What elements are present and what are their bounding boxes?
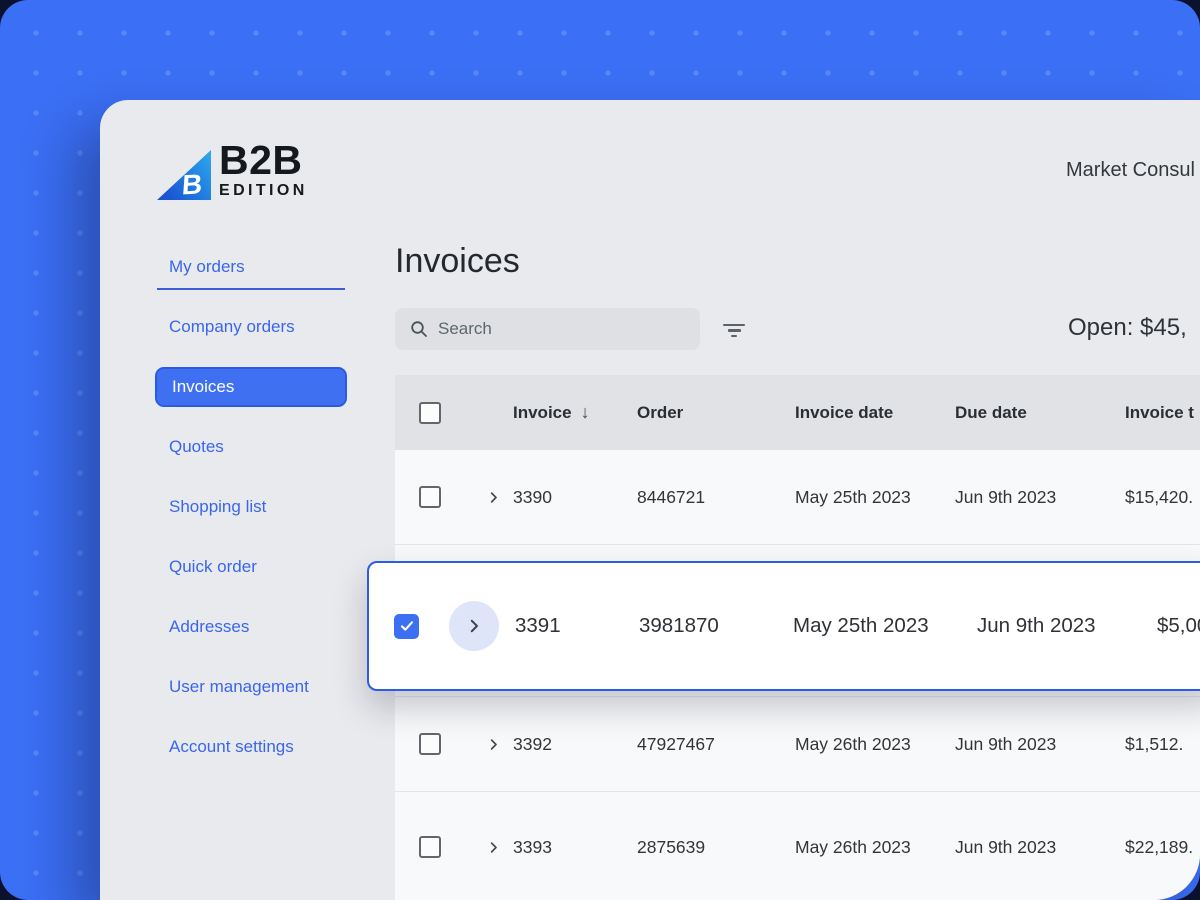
cell-invoice-total: $5,00 (1157, 614, 1200, 637)
cell-due-date: Jun 9th 2023 (955, 486, 1057, 507)
cell-invoice[interactable]: 3393 (513, 837, 637, 858)
cell-order[interactable]: 47927467 (637, 734, 795, 755)
open-balance-summary: Open: $45, (1068, 314, 1187, 341)
expand-row-button[interactable] (483, 487, 503, 507)
table-header: Invoice ↓ Order Invoice date Due date In… (395, 375, 1200, 450)
cell-order[interactable]: 3981870 (639, 614, 793, 638)
cell-invoice-date: May 26th 2023 (795, 836, 911, 857)
cell-invoice-date: May 25th 2023 (795, 486, 911, 507)
cell-invoice[interactable]: 3392 (513, 734, 637, 755)
expand-row-button[interactable] (483, 734, 503, 754)
chevron-right-icon (490, 841, 497, 853)
row-checkbox[interactable] (419, 836, 441, 858)
cell-invoice-date: May 26th 2023 (795, 733, 911, 754)
chevron-right-icon (490, 491, 497, 503)
column-header-invoice-total[interactable]: Invoice t (1125, 403, 1200, 423)
sidebar-item-invoices-active[interactable]: Invoices (155, 367, 347, 407)
page-title: Invoices (395, 242, 520, 280)
logo-title: B2B (219, 137, 303, 183)
logo-triangle-icon: B (157, 149, 211, 201)
expand-row-button[interactable] (449, 601, 499, 651)
search-input[interactable] (438, 319, 678, 339)
row-checkbox-checked[interactable] (394, 613, 419, 639)
table-row[interactable]: 3392 47927467 May 26th 2023 Jun 9th 2023… (395, 697, 1200, 792)
screen: B B2B EDITION Market Consul My orders Co… (0, 0, 1200, 900)
column-header-due-date[interactable]: Due date (955, 403, 1125, 423)
table-row[interactable]: 3390 8446721 May 25th 2023 Jun 9th 2023 … (395, 450, 1200, 545)
chevron-right-icon (490, 738, 497, 750)
sidebar-nav: My orders Company orders Invoices Quotes… (155, 237, 347, 777)
cell-due-date: Jun 9th 2023 (977, 614, 1096, 637)
search-box[interactable] (395, 308, 700, 350)
sidebar-item-company-orders[interactable]: Company orders (155, 297, 347, 357)
cell-order[interactable]: 8446721 (637, 487, 795, 508)
logo-subtitle: EDITION (219, 181, 308, 199)
column-header-invoice-date[interactable]: Invoice date (795, 403, 955, 423)
sidebar-item-account-settings[interactable]: Account settings (155, 717, 347, 777)
table-row-selected[interactable]: 3391 3981870 May 25th 2023 Jun 9th 2023 … (367, 561, 1200, 691)
cell-invoice-date: May 25th 2023 (793, 614, 929, 637)
cell-due-date: Jun 9th 2023 (955, 836, 1057, 857)
select-all-checkbox[interactable] (419, 401, 441, 424)
row-checkbox[interactable] (419, 486, 441, 508)
cell-invoice[interactable]: 3391 (515, 614, 639, 638)
column-header-order[interactable]: Order (637, 403, 795, 423)
cell-invoice[interactable]: 3390 (513, 487, 637, 508)
cell-invoice-total: $22,189. (1125, 836, 1194, 857)
sidebar-item-shopping-list[interactable]: Shopping list (155, 477, 347, 537)
sidebar-item-addresses[interactable]: Addresses (155, 597, 347, 657)
sidebar-item-quotes[interactable]: Quotes (155, 417, 347, 477)
expand-row-button[interactable] (483, 837, 503, 857)
search-icon (411, 321, 427, 337)
sidebar-item-quick-order[interactable]: Quick order (155, 537, 347, 597)
sort-descending-icon[interactable]: ↓ (581, 402, 590, 423)
row-checkbox[interactable] (419, 733, 441, 755)
cell-invoice-total: $1,512. (1125, 733, 1184, 754)
sidebar-item-user-management[interactable]: User management (155, 657, 347, 717)
b2b-edition-logo: B B2B EDITION (157, 137, 308, 201)
logo-letter: B (180, 168, 204, 201)
chevron-right-icon (470, 619, 478, 633)
account-company-label[interactable]: Market Consul (1066, 159, 1195, 182)
cell-due-date: Jun 9th 2023 (955, 733, 1057, 754)
column-header-invoice[interactable]: Invoice ↓ (513, 402, 637, 423)
app-window: B B2B EDITION Market Consul My orders Co… (100, 100, 1200, 900)
sidebar-divider (157, 288, 345, 290)
check-icon (400, 621, 413, 631)
cell-order[interactable]: 2875639 (637, 837, 795, 858)
cell-invoice-total: $15,420. (1125, 486, 1194, 507)
filter-icon[interactable] (722, 324, 746, 338)
table-row[interactable]: 3393 2875639 May 26th 2023 Jun 9th 2023 … (395, 792, 1200, 900)
sidebar-item-invoices: Invoices (155, 357, 347, 417)
